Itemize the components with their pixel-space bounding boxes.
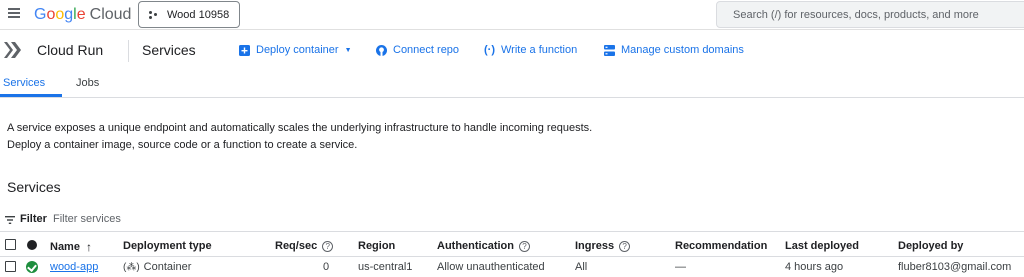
column-authentication[interactable]: Authentication ? bbox=[437, 240, 530, 252]
tab-services[interactable]: Services bbox=[3, 77, 45, 89]
deployment-type-value: Container bbox=[143, 261, 192, 273]
help-icon[interactable]: ? bbox=[619, 240, 631, 252]
product-header: Cloud Run Services Deploy container ▼ Co… bbox=[0, 30, 1024, 71]
container-icon: (⁂) bbox=[123, 261, 140, 273]
logo-google: Google bbox=[34, 6, 86, 23]
column-region[interactable]: Region bbox=[358, 240, 395, 252]
status-ok-icon bbox=[26, 261, 38, 273]
search-input[interactable]: Search (/) for resources, docs, products… bbox=[716, 1, 1024, 28]
column-name[interactable]: Name ↑ bbox=[50, 240, 92, 254]
filter-input[interactable]: Filter services bbox=[53, 213, 121, 225]
project-name: Wood 10958 bbox=[167, 8, 230, 21]
column-name-label: Name bbox=[50, 241, 80, 253]
filter-icon[interactable] bbox=[5, 215, 15, 225]
filter-bar: Filter Filter services bbox=[0, 208, 1024, 232]
connect-repo-label: Connect repo bbox=[393, 44, 460, 56]
help-icon[interactable]: ? bbox=[519, 240, 530, 252]
active-tab-indicator bbox=[0, 94, 62, 97]
google-cloud-logo[interactable]: Google Cloud bbox=[34, 6, 131, 24]
row-checkbox[interactable] bbox=[5, 261, 16, 272]
help-icon[interactable]: ? bbox=[322, 240, 334, 252]
service-name[interactable]: wood-app bbox=[50, 261, 98, 273]
add-box-icon bbox=[239, 44, 250, 56]
column-ingress-label: Ingress bbox=[575, 240, 615, 252]
dropdown-arrow-icon: ▼ bbox=[344, 46, 352, 54]
column-authentication-label: Authentication bbox=[437, 240, 514, 252]
deploy-container-label: Deploy container bbox=[256, 44, 339, 56]
tab-jobs[interactable]: Jobs bbox=[76, 77, 99, 89]
table-row: wood-app (⁂) Container 0 us-central1 All… bbox=[0, 257, 1024, 277]
column-req-sec[interactable]: Req/sec ? bbox=[275, 240, 334, 252]
section-title: Services bbox=[7, 179, 61, 195]
domain-icon bbox=[604, 44, 615, 56]
function-icon: (·) bbox=[484, 44, 495, 56]
connect-repo-button[interactable]: Connect repo bbox=[376, 44, 459, 56]
filter-label: Filter bbox=[20, 213, 47, 225]
select-all-checkbox[interactable] bbox=[5, 239, 16, 250]
column-recommendation[interactable]: Recommendation bbox=[675, 240, 767, 252]
tab-bar: Services Jobs bbox=[0, 71, 1024, 98]
write-function-button[interactable]: (·) Write a function bbox=[484, 44, 577, 56]
req-sec-cell: 0 bbox=[323, 261, 330, 273]
sort-arrow-up-icon: ↑ bbox=[85, 240, 92, 254]
deployment-type-cell: (⁂) Container bbox=[123, 261, 191, 273]
page-title: Services bbox=[142, 42, 196, 58]
github-icon bbox=[376, 44, 387, 56]
top-bar: Google Cloud Wood 10958 Search (/) for re… bbox=[0, 0, 1024, 30]
hamburger-menu-icon[interactable] bbox=[6, 6, 22, 22]
column-deployed-by[interactable]: Deployed by bbox=[898, 240, 963, 252]
cloud-run-logo-icon bbox=[4, 42, 21, 58]
authentication-cell: Allow unauthenticated bbox=[437, 261, 545, 273]
column-last-deployed[interactable]: Last deployed bbox=[785, 240, 859, 252]
last-deployed-cell: 4 hours ago bbox=[785, 261, 844, 273]
manage-domains-button[interactable]: Manage custom domains bbox=[604, 44, 744, 56]
recommendation-cell: — bbox=[675, 261, 686, 273]
product-title: Cloud Run bbox=[37, 42, 104, 58]
region-cell: us-central1 bbox=[358, 261, 413, 273]
project-dots-icon bbox=[149, 10, 159, 20]
header-divider bbox=[128, 40, 129, 62]
column-ingress[interactable]: Ingress ? bbox=[575, 240, 631, 252]
ingress-cell: All bbox=[575, 261, 588, 273]
description-line-1: A service exposes a unique endpoint and … bbox=[7, 122, 593, 134]
column-deployment-type[interactable]: Deployment type bbox=[123, 240, 212, 252]
write-function-label: Write a function bbox=[501, 44, 578, 56]
project-picker-button[interactable]: Wood 10958 bbox=[138, 1, 240, 28]
service-name-link[interactable]: wood-app bbox=[50, 261, 98, 273]
description-line-2: Deploy a container image, source code or… bbox=[7, 139, 358, 151]
column-req-sec-label: Req/sec bbox=[275, 240, 318, 252]
manage-domains-label: Manage custom domains bbox=[621, 44, 744, 56]
table-header: Name ↑ Deployment type Req/sec ? Region … bbox=[0, 232, 1024, 257]
status-column-icon bbox=[27, 240, 37, 250]
deploy-container-button[interactable]: Deploy container ▼ bbox=[239, 44, 352, 56]
logo-cloud-text: Cloud bbox=[89, 6, 132, 23]
deployed-by-cell: fluber8103@gmail.com bbox=[898, 261, 1012, 273]
